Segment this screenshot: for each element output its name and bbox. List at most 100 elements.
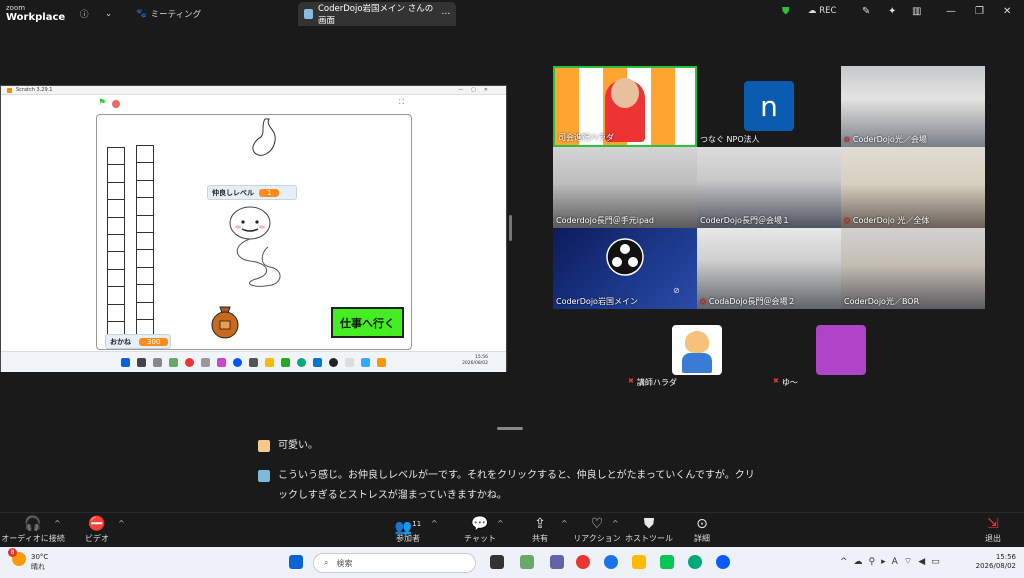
video-gallery: 司会進行ハラダ n つなぐ NPO法人 ✖ CoderDojo光／会場 Coder…	[553, 66, 985, 309]
chevron-up-icon[interactable]: ^	[118, 519, 125, 528]
video-tile[interactable]: ⊘ CoderDojo岩国メイン	[553, 228, 697, 309]
tile-label: ✖ CodaDojo長門＠会場２	[700, 297, 796, 306]
weather-temp: 30°C	[31, 553, 49, 561]
tile-label: 司会進行ハラダ	[558, 133, 614, 142]
app-icon[interactable]	[520, 555, 534, 569]
search-placeholder: 検索	[336, 558, 353, 568]
sparkle-icon[interactable]: ✦	[888, 6, 896, 17]
app-icon	[304, 9, 313, 19]
magic-wand-icon[interactable]: ✎	[862, 6, 870, 17]
go-to-work-button[interactable]: 仕事へ行く	[331, 307, 404, 338]
audio-label: オーディオに接続	[1, 534, 65, 543]
meter-column-left	[107, 147, 125, 337]
avatar[interactable]	[816, 325, 866, 375]
chevron-up-icon[interactable]: ^	[497, 519, 504, 528]
more-icon[interactable]: ⋯	[442, 9, 451, 19]
scratch-stage[interactable]: 仲良しレベル 1 おかね 300 仕事へ行く	[96, 114, 412, 350]
splitter-handle[interactable]	[509, 215, 512, 241]
zoom-icon[interactable]	[716, 555, 730, 569]
edge-icon[interactable]	[688, 555, 702, 569]
snake-character[interactable]	[222, 203, 292, 289]
windows-taskbar: 8 30°C 晴れ ⌕ 検索 ^☁⚲▸A⌔◀▭ 15:56 2026/08/02	[0, 547, 1024, 578]
minimize-icon[interactable]: —	[946, 6, 956, 17]
paw-icon: 🐾	[136, 9, 147, 19]
vscode-icon	[313, 358, 322, 367]
scratch-window-title: Scratch 3.29.1	[16, 87, 53, 93]
shared-taskbar: 15:56 2026/08/02	[1, 351, 506, 372]
app-icon	[217, 358, 226, 367]
captions-drag-handle[interactable]	[497, 427, 523, 430]
stomach-sprite	[252, 118, 276, 156]
rec-indicator[interactable]: ☁ REC	[808, 6, 836, 16]
green-flag-icon[interactable]: ⚑	[98, 98, 106, 108]
speaker-avatar-icon	[258, 440, 270, 452]
app-icon	[361, 358, 370, 367]
weather-widget[interactable]: 8 30°C 晴れ	[8, 548, 49, 572]
layout-icon[interactable]: ▥	[912, 6, 921, 17]
clock-date: 2026/08/02	[975, 562, 1016, 570]
mic-off-icon: ✖	[844, 216, 850, 225]
video-tile[interactable]: ✖ CodaDojo長門＠会場２	[697, 228, 841, 309]
tile-label: ✖ CoderDojo光／会場	[844, 135, 927, 144]
chevron-up-icon[interactable]: ^	[431, 519, 438, 528]
chevron-up-icon[interactable]: ^	[54, 519, 61, 528]
tile-label: CoderDojo岩国メイン	[556, 297, 638, 306]
leave-button[interactable]: ⇲ 退出	[958, 515, 1024, 544]
caption-text: 可愛い。	[278, 440, 318, 451]
restore-icon[interactable]: ❐	[975, 6, 984, 17]
level-label: 仲良しレベル	[212, 188, 254, 197]
video-tile[interactable]: CoderDojo長門＠会場１	[697, 147, 841, 228]
info-icon[interactable]: ⓘ	[80, 6, 89, 22]
video-tile[interactable]: ✖ CoderDojo光／会場	[841, 66, 985, 147]
chrome-icon[interactable]	[576, 555, 590, 569]
clock[interactable]: 15:56 2026/08/02	[976, 553, 1016, 571]
mic-off-icon: ✖	[628, 377, 634, 385]
shield-icon[interactable]: ⛊	[782, 6, 790, 17]
video-tile[interactable]: CoderDojo光／BOR	[841, 228, 985, 309]
sun-icon: 8	[8, 548, 26, 566]
app-icon	[345, 358, 354, 367]
app-icon[interactable]	[490, 555, 504, 569]
video-tile[interactable]: Coderdojo長門＠手元ipad	[553, 147, 697, 228]
folder-icon[interactable]	[632, 555, 646, 569]
video-tile[interactable]: 司会進行ハラダ	[553, 66, 697, 147]
edge-icon	[297, 358, 306, 367]
chevron-down-icon[interactable]: ⌄	[105, 6, 112, 22]
obs-logo-icon	[606, 238, 644, 276]
participants-count: 11	[412, 520, 422, 528]
tab-screen-share[interactable]: CoderDojo岩国メイン さんの画面 ⋯	[298, 2, 456, 26]
more-button[interactable]: ⊙ 詳細	[667, 515, 737, 544]
app-icon	[153, 358, 162, 367]
money-value: 300	[139, 337, 169, 346]
video-tile[interactable]: ✖ CoderDojo 光／全体	[841, 147, 985, 228]
money-bag-sprite[interactable]	[210, 303, 240, 339]
close-icon[interactable]: ✕	[1003, 6, 1011, 17]
tile-label: CoderDojo長門＠会場１	[700, 216, 790, 225]
start-icon[interactable]	[289, 555, 303, 569]
chrome-icon[interactable]	[604, 555, 618, 569]
scratch-icon	[7, 87, 12, 93]
more-label: 詳細	[694, 534, 710, 543]
start-icon	[121, 358, 130, 367]
level-value: 1	[259, 188, 280, 197]
search-box[interactable]: ⌕ 検索	[313, 553, 476, 573]
scratch-window-controls[interactable]: —▢✕	[458, 87, 496, 93]
fullscreen-icon[interactable]: ⛶	[399, 98, 404, 107]
clock-time: 15:56	[995, 553, 1016, 561]
camera-off-icon: ⊘	[673, 286, 680, 295]
leave-icon: ⇲	[987, 516, 999, 532]
teams-icon[interactable]	[550, 555, 564, 569]
tab-meeting-label: ミーティング	[150, 10, 202, 20]
meter-column-right	[136, 145, 154, 335]
mic-off-icon: ✖	[773, 377, 779, 385]
participant-label: ✖ ゆ〜	[773, 377, 798, 387]
tab-meeting[interactable]: 🐾 ミーティング	[136, 6, 201, 22]
person-face	[611, 78, 639, 108]
line-icon[interactable]	[660, 555, 674, 569]
avatar[interactable]	[672, 325, 722, 375]
stop-icon[interactable]	[112, 100, 120, 108]
search-icon: ⌕	[324, 558, 329, 567]
participant-label: ✖ 講師ハラダ	[628, 377, 677, 387]
system-tray-icons[interactable]: ^☁⚲▸A⌔◀▭	[840, 556, 946, 567]
video-tile[interactable]: n つなぐ NPO法人	[697, 66, 841, 147]
